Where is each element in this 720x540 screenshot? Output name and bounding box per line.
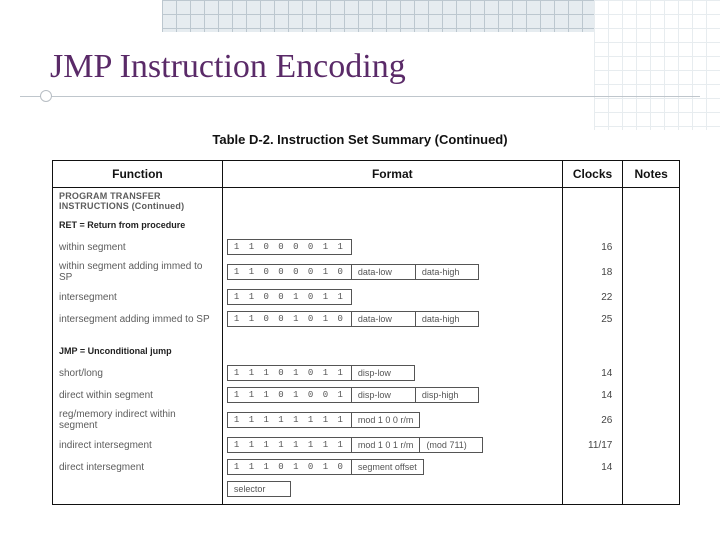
format-cell: segment offset — [351, 459, 424, 475]
format-cells: 1 1 0 0 0 0 1 1 — [227, 239, 558, 255]
group-heading: RET = Return from procedure — [53, 214, 223, 236]
table-caption: Table D-2. Instruction Set Summary (Cont… — [0, 132, 720, 147]
format-cell: data-low — [351, 264, 415, 280]
table-row: reg/memory indirect within segment1 1 1 … — [53, 406, 680, 434]
format-cells: 1 1 1 0 1 0 0 1disp-lowdisp-high — [227, 387, 558, 403]
col-clocks: Clocks — [562, 161, 623, 188]
corner-grid — [594, 0, 720, 130]
format-cell: 1 1 1 0 1 0 1 1 — [227, 365, 351, 381]
table-row: direct within segment1 1 1 0 1 0 0 1disp… — [53, 384, 680, 406]
title-rule — [20, 96, 700, 97]
format-cells: 1 1 0 0 1 0 1 0data-lowdata-high — [227, 311, 558, 327]
format-cell: mod 1 0 1 r/m — [351, 437, 420, 453]
table-row: within segment1 1 0 0 0 0 1 116 — [53, 236, 680, 258]
col-notes: Notes — [623, 161, 680, 188]
title-bullet — [40, 90, 52, 102]
format-cell: 1 1 1 1 1 1 1 1 — [227, 412, 351, 428]
table-row — [53, 330, 680, 340]
table-row: intersegment1 1 0 0 1 0 1 122 — [53, 286, 680, 308]
table-row: JMP = Unconditional jump — [53, 340, 680, 362]
format-cell: disp-low — [351, 387, 415, 403]
section-heading: PROGRAM TRANSFER INSTRUCTIONS (Continued… — [53, 188, 223, 215]
format-cells: selector — [227, 481, 558, 497]
format-cell: 1 1 1 0 1 0 0 1 — [227, 387, 351, 403]
format-cells: 1 1 1 1 1 1 1 1mod 1 0 0 r/m — [227, 412, 558, 428]
table-row: intersegment adding immed to SP1 1 0 0 1… — [53, 308, 680, 330]
table-row: indirect intersegment1 1 1 1 1 1 1 1mod … — [53, 434, 680, 456]
format-cell: data-low — [351, 311, 415, 327]
table-row: within segment adding immed to SP1 1 0 0… — [53, 258, 680, 286]
format-cell: 1 1 0 0 0 0 1 0 — [227, 264, 351, 280]
table-row: PROGRAM TRANSFER INSTRUCTIONS (Continued… — [53, 188, 680, 215]
instruction-table: Function Format Clocks Notes PROGRAM TRA… — [52, 160, 680, 505]
format-cell: data-high — [415, 311, 479, 327]
format-cell: data-high — [415, 264, 479, 280]
format-cell: 1 1 0 0 1 0 1 0 — [227, 311, 351, 327]
format-cell: 1 1 1 1 1 1 1 1 — [227, 437, 351, 453]
top-band — [162, 0, 594, 32]
format-cell: disp-high — [415, 387, 479, 403]
format-cells: 1 1 0 0 1 0 1 1 — [227, 289, 558, 305]
col-format: Format — [222, 161, 562, 188]
format-cell: 1 1 1 0 1 0 1 0 — [227, 459, 351, 475]
format-cells: 1 1 1 1 1 1 1 1mod 1 0 1 r/m(mod 711) — [227, 437, 558, 453]
table-row — [53, 500, 680, 505]
format-cell: selector — [227, 481, 291, 497]
table-row: short/long1 1 1 0 1 0 1 1disp-low14 — [53, 362, 680, 384]
format-cell: 1 1 0 0 1 0 1 1 — [227, 289, 352, 305]
format-cells: 1 1 0 0 0 0 1 0data-lowdata-high — [227, 264, 558, 280]
format-cell: (mod 711) — [419, 437, 483, 453]
format-cell: disp-low — [351, 365, 415, 381]
group-heading: JMP = Unconditional jump — [53, 340, 223, 362]
format-cells: 1 1 1 0 1 0 1 0segment offset — [227, 459, 558, 475]
format-cell: 1 1 0 0 0 0 1 1 — [227, 239, 352, 255]
table-header-row: Function Format Clocks Notes — [53, 161, 680, 188]
col-function: Function — [53, 161, 223, 188]
format-cells: 1 1 1 0 1 0 1 1disp-low — [227, 365, 558, 381]
table-row: direct intersegment1 1 1 0 1 0 1 0segmen… — [53, 456, 680, 478]
table-row: selector — [53, 478, 680, 500]
page-title: JMP Instruction Encoding — [50, 48, 406, 86]
table-row: RET = Return from procedure — [53, 214, 680, 236]
format-cell: mod 1 0 0 r/m — [351, 412, 421, 428]
